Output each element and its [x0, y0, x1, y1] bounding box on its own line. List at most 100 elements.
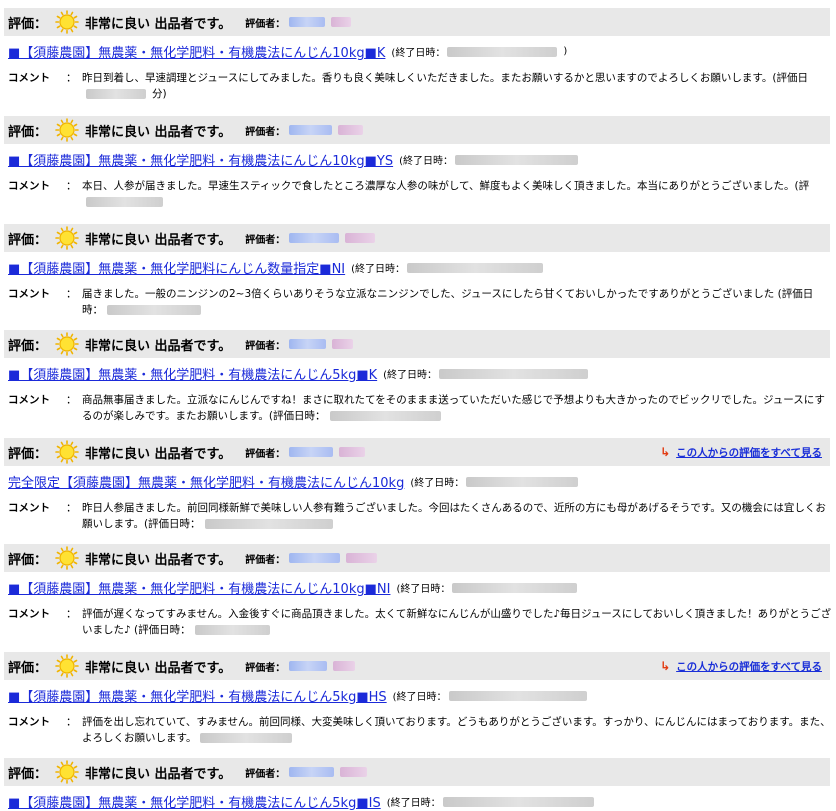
rater-label: 評価者：	[245, 340, 286, 352]
end-date: (終了日時：	[396, 580, 583, 595]
sun-icon	[55, 546, 79, 570]
comment-colon: ：	[66, 72, 77, 84]
rater-name-redacted	[338, 125, 364, 135]
end-date: (終了日時：	[399, 152, 584, 167]
rater-name-redacted	[289, 17, 326, 27]
comment-colon: ：	[66, 394, 77, 406]
comment-date-redacted	[86, 89, 146, 99]
comment-label: コメント	[8, 72, 50, 84]
comment-label: コメント	[8, 394, 50, 406]
end-date-redacted	[407, 262, 544, 273]
item-title-row: ■【須藤農園】無農薬・無化学肥料・有機農法にんじん5kg■IS (終了日時：	[8, 792, 600, 811]
comment-text: 昨日到着し、早速調理とジュースにしてみました。香りも良く美味しくいただきました。…	[82, 72, 808, 100]
comment-date-redacted	[204, 519, 333, 529]
comment-row: コメント ： 商品無事届きました。立派なにんじんですね！まさに取れたてをそのままま送…	[8, 392, 834, 424]
see-all-feedback-link[interactable]: ↳ この人からの評価をすべて見る	[660, 659, 822, 674]
sun-icon	[55, 654, 79, 678]
end-date-redacted	[448, 690, 587, 701]
rater-label: 評価者：	[245, 662, 286, 674]
end-date-redacted	[447, 46, 558, 57]
end-date-redacted	[466, 476, 579, 487]
sun-icon	[55, 760, 79, 784]
comment-text: 本日、人参が届きました。早速生スティックで食したところ濃厚な人参の味がして、鮮度…	[82, 178, 834, 210]
comment-row: コメント ： 評価が遅くなってすみません。入金後すぐに商品頂きました。太くて新鮮なに…	[8, 606, 834, 638]
sun-icon	[55, 226, 79, 250]
comment-colon: ：	[66, 608, 77, 620]
comment-text: 商品無事届きました。立派なにんじんですね！まさに取れたてをそのままま送っていただ…	[82, 394, 825, 422]
rating-bar: 評価： 非常に良い 出品者です。 評価者：	[4, 758, 830, 786]
sun-icon	[55, 10, 79, 34]
comment-row: コメント ： 評価を出し忘れていて、すみません。前回同様、大変美味しく頂いております…	[8, 714, 834, 746]
comment-date-redacted	[107, 305, 201, 315]
end-date: (終了日時：	[383, 366, 594, 381]
comment-label: コメント	[8, 608, 50, 620]
rating-text: 非常に良い 出品者です。	[85, 552, 232, 568]
item-title-link[interactable]: 完全限定【須藤農園】無農薬・無化学肥料・有機農法にんじん10kg	[8, 472, 404, 491]
rater-label: 評価者：	[245, 18, 286, 30]
rating-bar: 評価： 非常に良い 出品者です。 評価者：	[4, 116, 830, 144]
rating-label: 評価：	[8, 660, 48, 676]
comment-text: 届きました。一般のニンジンの2~3倍くらいありそうな立派なニンジンでした、ジュー…	[82, 288, 814, 316]
comment-text: 評価を出し忘れていて、すみません。前回同様、大変美味しく頂いております。どうもあ…	[82, 716, 831, 744]
item-title-link[interactable]: ■【須藤農園】無農薬・無化学肥料・有機農法にんじん5kg■HS	[8, 686, 387, 705]
rating-bar: 評価： 非常に良い 出品者です。 評価者：	[4, 8, 830, 36]
item-title-link[interactable]: ■【須藤農園】無農薬・無化学肥料・有機農法にんじん10kg■YS	[8, 150, 393, 169]
rating-text: 非常に良い 出品者です。	[85, 766, 232, 782]
comment-date-redacted	[200, 733, 293, 743]
item-title-row: 完全限定【須藤農園】無農薬・無化学肥料・有機農法にんじん10kg (終了日時：	[8, 472, 584, 491]
see-all-feedback-link[interactable]: ↳ この人からの評価をすべて見る	[660, 445, 822, 460]
rater-name-redacted	[289, 233, 340, 243]
rating-text: 非常に良い 出品者です。	[85, 124, 232, 140]
comment-colon: ：	[66, 716, 77, 728]
comment-text: 昨日人参届きました。前回同様新鮮で美味しい人参有難うございました。今回はたくさん…	[82, 502, 826, 530]
sun-icon	[55, 332, 79, 356]
rater-name-redacted	[340, 767, 368, 777]
rater-name-redacted	[289, 661, 328, 671]
item-title-link[interactable]: ■【須藤農園】無農薬・無化学肥料・有機農法にんじん5kg■IS	[8, 792, 381, 811]
rating-text: 非常に良い 出品者です。	[85, 232, 232, 248]
item-title-row: ■【須藤農園】無農薬・無化学肥料・有機農法にんじん10kg■YS (終了日時：	[8, 150, 584, 169]
rater-name-redacted	[289, 553, 341, 563]
end-date: (終了日時：	[410, 474, 584, 489]
rating-text: 非常に良い 出品者です。	[85, 446, 232, 462]
rating-label: 評価：	[8, 446, 48, 462]
item-title-link[interactable]: ■【須藤農園】無農薬・無化学肥料・有機農法にんじん5kg■K	[8, 364, 377, 383]
arrow-icon: ↳	[660, 445, 671, 459]
rater-name-redacted	[289, 767, 335, 777]
rating-label: 評価：	[8, 552, 48, 568]
comment-label: コメント	[8, 288, 50, 300]
rating-bar: 評価： 非常に良い 出品者です。 評価者：	[4, 544, 830, 572]
comment-date-redacted	[86, 197, 163, 207]
rating-bar: 評価： 非常に良い 出品者です。 評価者：	[4, 224, 830, 252]
sun-icon	[55, 118, 79, 142]
item-title-row: ■【須藤農園】無農薬・無化学肥料・有機農法にんじん10kg■K (終了日時：)	[8, 42, 567, 61]
end-date-redacted	[452, 582, 578, 593]
item-title-link[interactable]: ■【須藤農園】無農薬・無化学肥料・有機農法にんじん10kg■NI	[8, 578, 390, 597]
rating-label: 評価：	[8, 232, 48, 248]
comment-colon: ：	[66, 180, 77, 192]
rater-name-redacted	[289, 125, 333, 135]
item-title-row: ■【須藤農園】無農薬・無化学肥料・有機農法にんじん10kg■NI (終了日時：	[8, 578, 583, 597]
rater-label: 評価者：	[245, 126, 286, 138]
comment-label: コメント	[8, 180, 50, 192]
end-date: (終了日時：)	[391, 46, 568, 59]
item-title-row: ■【須藤農園】無農薬・無化学肥料にんじん数量指定■NI (終了日時：	[8, 258, 549, 277]
comment-row: コメント ： 届きました。一般のニンジンの2~3倍くらいありそうな立派なニンジンでし…	[8, 286, 834, 318]
item-title-link[interactable]: ■【須藤農園】無農薬・無化学肥料にんじん数量指定■NI	[8, 258, 345, 277]
item-title-row: ■【須藤農園】無農薬・無化学肥料・有機農法にんじん5kg■HS (終了日時：	[8, 686, 593, 705]
comment-date-redacted	[194, 625, 270, 635]
rating-text: 非常に良い 出品者です。	[85, 660, 232, 676]
rating-label: 評価：	[8, 124, 48, 140]
rating-bar: 評価： 非常に良い 出品者です。 評価者： ↳ この人からの評価をすべて見る	[4, 438, 830, 466]
rating-bar: 評価： 非常に良い 出品者です。 評価者： ↳ この人からの評価をすべて見る	[4, 652, 830, 680]
comment-row: コメント ： 昨日到着し、早速調理とジュースにしてみました。香りも良く美味しくいただ…	[8, 70, 834, 102]
comment-text: 評価が遅くなってすみません。入金後すぐに商品頂きました。太くて新鮮なにんじんが山…	[82, 608, 832, 636]
see-all-link-text[interactable]: この人からの評価をすべて見る	[676, 445, 822, 460]
end-date: (終了日時：	[393, 688, 593, 703]
item-title-link[interactable]: ■【須藤農園】無農薬・無化学肥料・有機農法にんじん10kg■K	[8, 42, 385, 61]
rater-name-redacted	[289, 447, 334, 457]
arrow-icon: ↳	[660, 659, 671, 673]
rating-text: 非常に良い 出品者です。	[85, 16, 232, 32]
see-all-link-text[interactable]: この人からの評価をすべて見る	[676, 659, 822, 674]
rater-name-redacted	[333, 661, 356, 671]
